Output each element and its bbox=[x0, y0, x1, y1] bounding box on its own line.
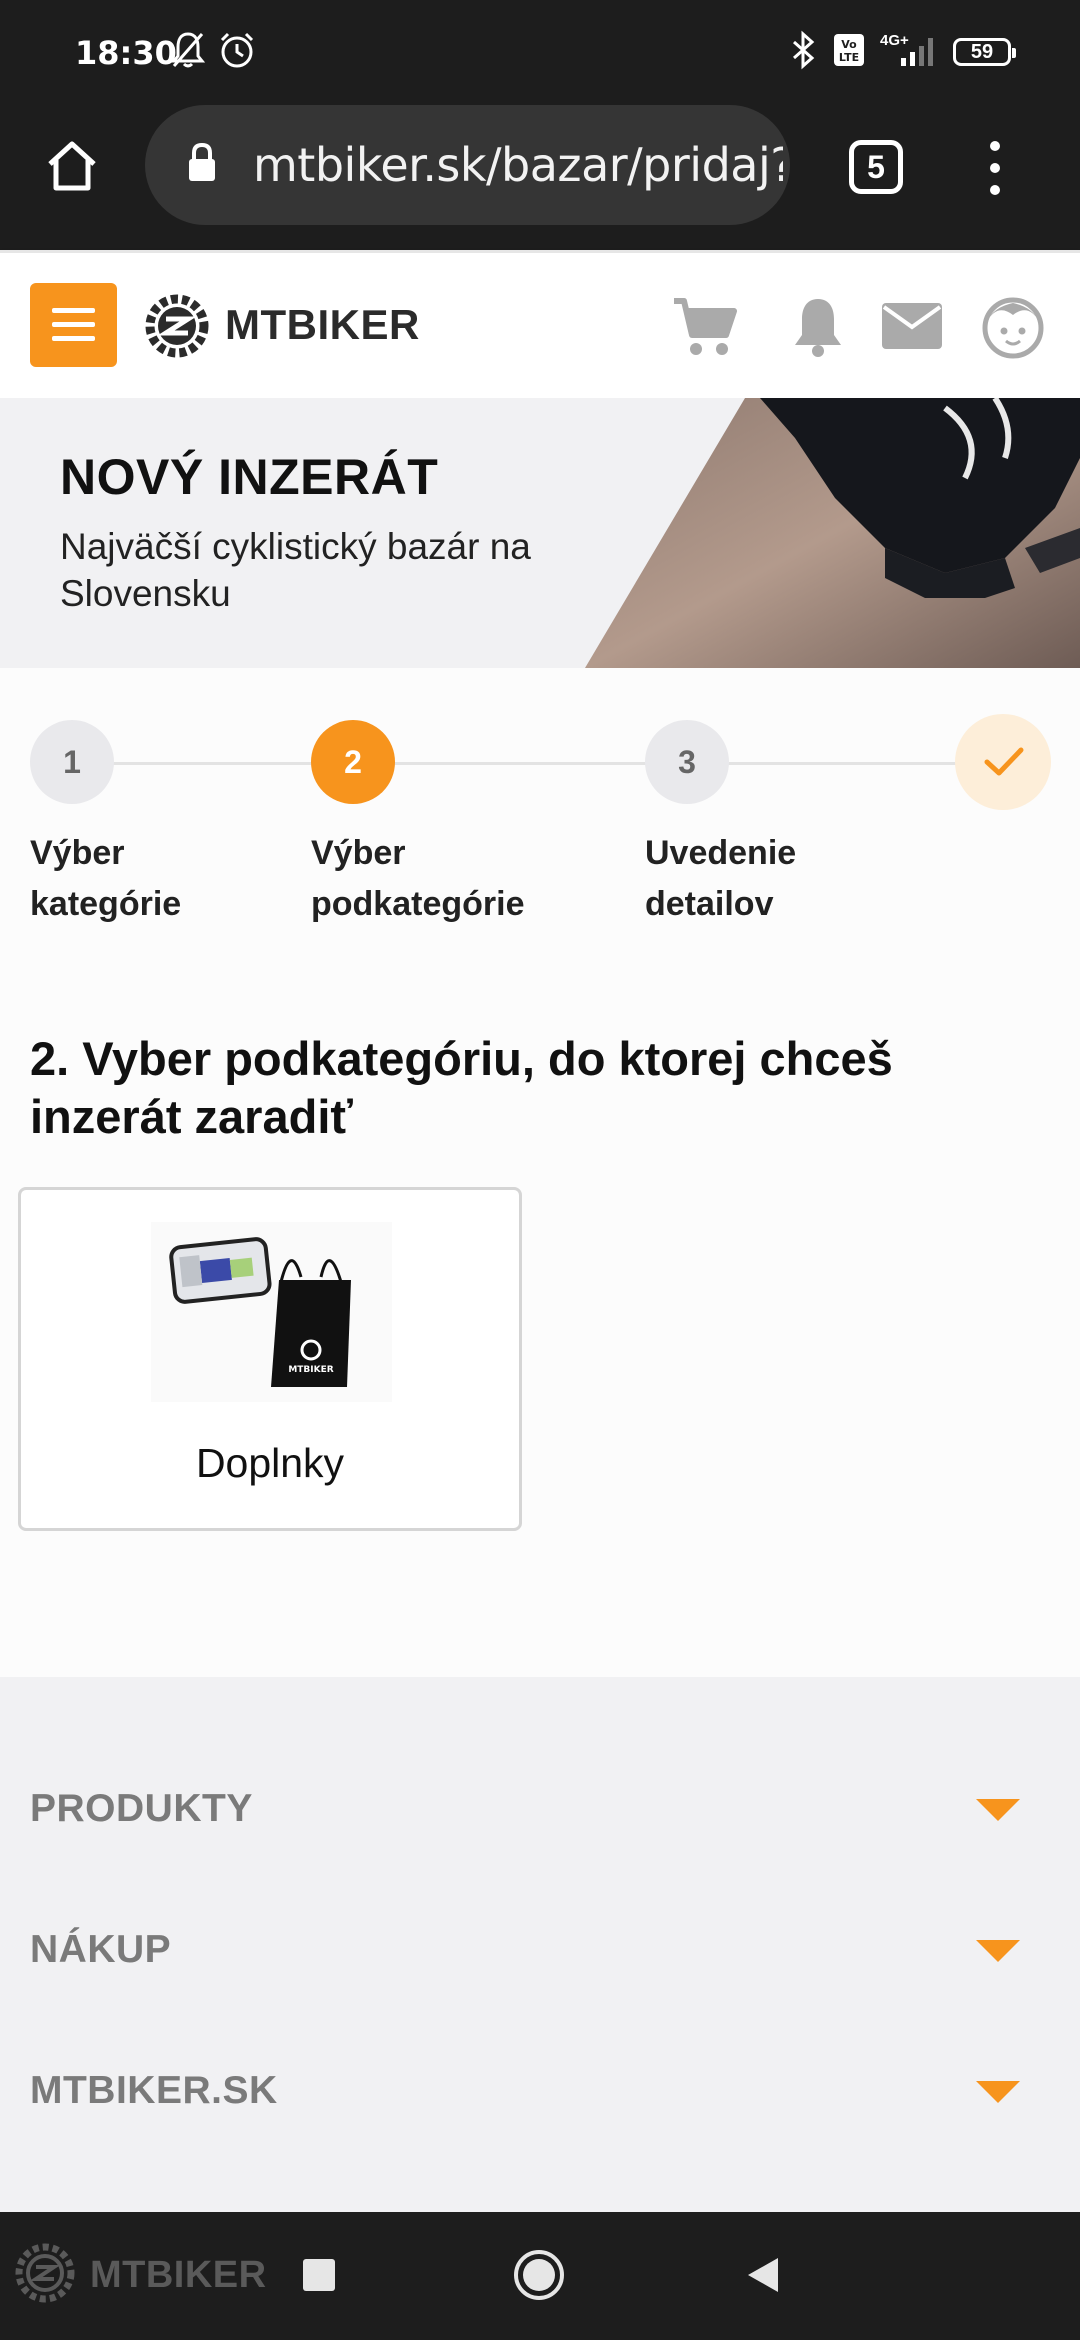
mtbiker-logo-icon[interactable] bbox=[142, 291, 212, 361]
mtbiker-watermark-icon bbox=[15, 2243, 75, 2303]
hero-subtitle: Najväčší cyklistický bazár na Slovensku bbox=[60, 526, 531, 614]
footer-item-label: MTBIKER.SK bbox=[30, 2069, 278, 2112]
footer-item-label: PRODUKTY bbox=[30, 1787, 253, 1830]
step-2-circle: 2 bbox=[311, 720, 395, 804]
footer-item-label: NÁKUP bbox=[30, 1928, 172, 1971]
footer-item-produkty[interactable]: PRODUKTY bbox=[30, 1769, 1040, 1849]
step-3-circle: 3 bbox=[645, 720, 729, 804]
footer-item-nakup[interactable]: NÁKUP bbox=[30, 1910, 1040, 1990]
battery-icon: 59 bbox=[953, 38, 1016, 66]
mail-icon[interactable] bbox=[880, 301, 944, 351]
back-icon[interactable] bbox=[742, 2254, 784, 2296]
more-options-icon[interactable] bbox=[980, 138, 1010, 198]
user-avatar-icon[interactable] bbox=[982, 297, 1044, 359]
url-text: mtbiker.sk/bazar/pridaj? bbox=[253, 138, 783, 192]
glove-hand-image bbox=[585, 398, 1080, 668]
bluetooth-icon bbox=[793, 30, 815, 70]
svg-text:Vo: Vo bbox=[841, 38, 857, 51]
site-header: MTBIKER bbox=[0, 250, 1080, 398]
hamburger-menu-button[interactable] bbox=[30, 283, 117, 367]
steps-connector-line bbox=[72, 762, 1002, 765]
subcategory-card-doplnky[interactable]: MTBIKER Doplnky bbox=[18, 1187, 522, 1531]
mute-bell-icon bbox=[170, 32, 206, 68]
alarm-icon bbox=[220, 32, 254, 68]
step-1-circle[interactable]: 1 bbox=[30, 720, 114, 804]
footer: PRODUKTY NÁKUP MTBIKER.SK bbox=[0, 1677, 1080, 2212]
logo-text[interactable]: MTBIKER bbox=[225, 301, 420, 349]
step-final-circle bbox=[955, 714, 1051, 810]
accessories-image: MTBIKER bbox=[151, 1222, 392, 1402]
recent-apps-icon[interactable] bbox=[300, 2256, 338, 2294]
chevron-down-icon bbox=[976, 1799, 1020, 1821]
home-icon[interactable] bbox=[42, 136, 102, 196]
chevron-down-icon bbox=[976, 2081, 1020, 2103]
notification-bell-icon[interactable] bbox=[790, 295, 846, 359]
home-button-icon[interactable] bbox=[512, 2248, 566, 2302]
subcategory-label: Doplnky bbox=[195, 1440, 345, 1486]
status-bar: 18:30 Vo LTE 4G+ 59 bbox=[0, 0, 1080, 100]
footer-item-mtbiker[interactable]: MTBIKER.SK bbox=[30, 2051, 1040, 2131]
cart-icon[interactable] bbox=[672, 295, 738, 359]
status-time: 18:30 bbox=[75, 34, 177, 72]
lock-icon bbox=[189, 142, 215, 181]
svg-text:MTBIKER: MTBIKER bbox=[288, 1365, 333, 1375]
check-icon bbox=[984, 747, 1024, 776]
step-1-label: Výber kategórie bbox=[30, 834, 182, 923]
signal-icon bbox=[901, 38, 933, 66]
step-2-label: Výber podkategórie bbox=[311, 834, 525, 923]
step-3-label: Uvedenie detailov bbox=[645, 834, 797, 923]
browser-toolbar: mtbiker.sk/bazar/pridaj? 5 bbox=[0, 100, 1080, 250]
progress-steps: 1 Výber kategórie 2 Výber podkategórie 3 U… bbox=[0, 700, 1080, 960]
watermark-text: MTBIKER bbox=[90, 2254, 267, 2296]
hero-banner: NOVÝ INZERÁT Najväčší cyklistický bazár … bbox=[0, 398, 1080, 668]
system-navigation-bar: MTBIKER bbox=[0, 2212, 1080, 2340]
hero-title: NOVÝ INZERÁT bbox=[60, 449, 439, 505]
tabs-button[interactable]: 5 bbox=[849, 140, 903, 194]
chevron-down-icon bbox=[976, 1940, 1020, 1962]
volte-icon: Vo LTE bbox=[834, 34, 864, 66]
svg-text:LTE: LTE bbox=[839, 51, 859, 64]
address-bar[interactable]: mtbiker.sk/bazar/pridaj? bbox=[145, 105, 790, 225]
section-title: 2. Vyber podkategóriu, do ktorej chceš i… bbox=[30, 1032, 893, 1143]
